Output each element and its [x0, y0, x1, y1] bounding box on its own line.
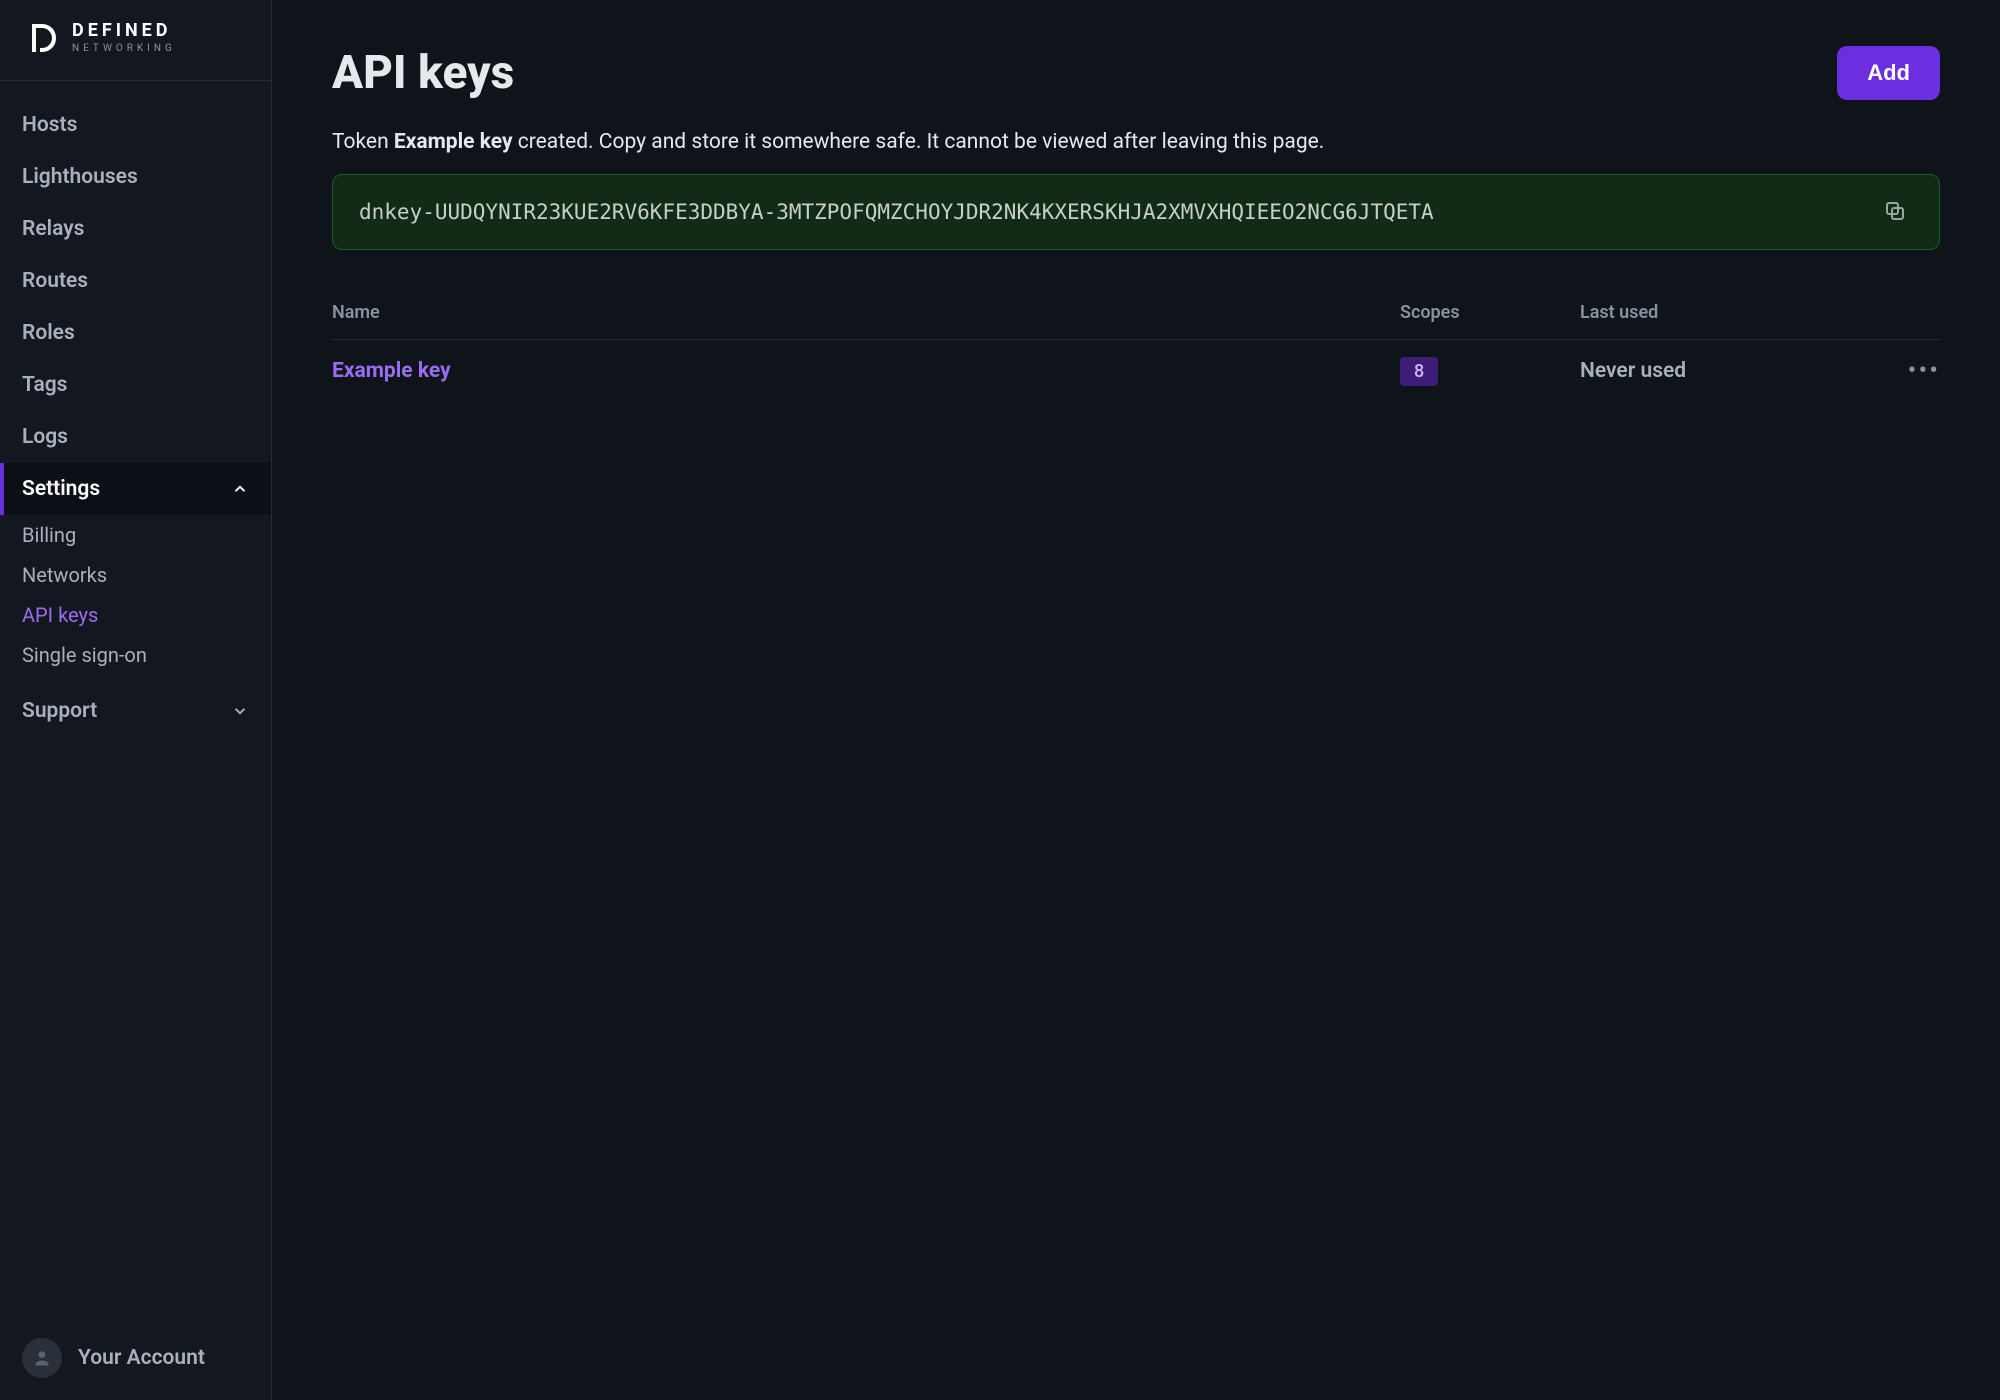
sidebar-item-tags[interactable]: Tags: [0, 359, 271, 411]
account-label: Your Account: [78, 1346, 205, 1370]
api-key-name-link[interactable]: Example key: [332, 359, 1400, 383]
sidebar-item-settings[interactable]: Settings: [0, 463, 271, 515]
sidebar-item-support[interactable]: Support: [0, 685, 271, 737]
col-name: Name: [332, 302, 1400, 323]
chevron-down-icon: [231, 702, 249, 720]
user-icon: [32, 1348, 52, 1368]
sidebar-sub-billing[interactable]: Billing: [0, 515, 271, 555]
sidebar: DEFINED NETWORKING Hosts Lighthouses Rel…: [0, 0, 272, 1400]
sidebar-item-logs[interactable]: Logs: [0, 411, 271, 463]
main-content: API keys Add Token Example key created. …: [272, 0, 2000, 1400]
scopes-badge: 8: [1400, 357, 1438, 386]
token-box: dnkey-UUDQYNIR23KUE2RV6KFE3DDBYA-3MTZPOF…: [332, 174, 1940, 250]
sidebar-sub-networks[interactable]: Networks: [0, 555, 271, 595]
brand-logo[interactable]: DEFINED NETWORKING: [0, 0, 271, 81]
token-value: dnkey-UUDQYNIR23KUE2RV6KFE3DDBYA-3MTZPOF…: [359, 197, 1434, 227]
table-header: Name Scopes Last used: [332, 286, 1940, 340]
sidebar-item-relays[interactable]: Relays: [0, 203, 271, 255]
last-used-value: Never used: [1580, 359, 1880, 383]
sidebar-item-lighthouses[interactable]: Lighthouses: [0, 151, 271, 203]
add-button[interactable]: Add: [1837, 46, 1940, 100]
table-row: Example key 8 Never used •••: [332, 340, 1940, 402]
chevron-up-icon: [231, 480, 249, 498]
token-created-notice: Token Example key created. Copy and stor…: [332, 130, 1940, 154]
col-scopes: Scopes: [1400, 302, 1580, 323]
sidebar-item-hosts[interactable]: Hosts: [0, 99, 271, 151]
account-menu[interactable]: Your Account: [0, 1315, 271, 1400]
sidebar-nav: Hosts Lighthouses Relays Routes Roles Ta…: [0, 81, 271, 1315]
page-title: API keys: [332, 46, 514, 100]
row-actions-button[interactable]: •••: [1880, 356, 1940, 386]
sidebar-item-routes[interactable]: Routes: [0, 255, 271, 307]
copy-icon: [1883, 199, 1907, 223]
sidebar-sub-api-keys[interactable]: API keys: [0, 595, 271, 635]
avatar: [22, 1338, 62, 1378]
brand-name: DEFINED: [72, 22, 176, 40]
copy-token-button[interactable]: [1877, 198, 1913, 227]
sidebar-item-roles[interactable]: Roles: [0, 307, 271, 359]
defined-logo-icon: [22, 20, 58, 56]
brand-subname: NETWORKING: [72, 44, 176, 54]
sidebar-sub-sso[interactable]: Single sign-on: [0, 635, 271, 675]
col-last-used: Last used: [1580, 302, 1880, 323]
